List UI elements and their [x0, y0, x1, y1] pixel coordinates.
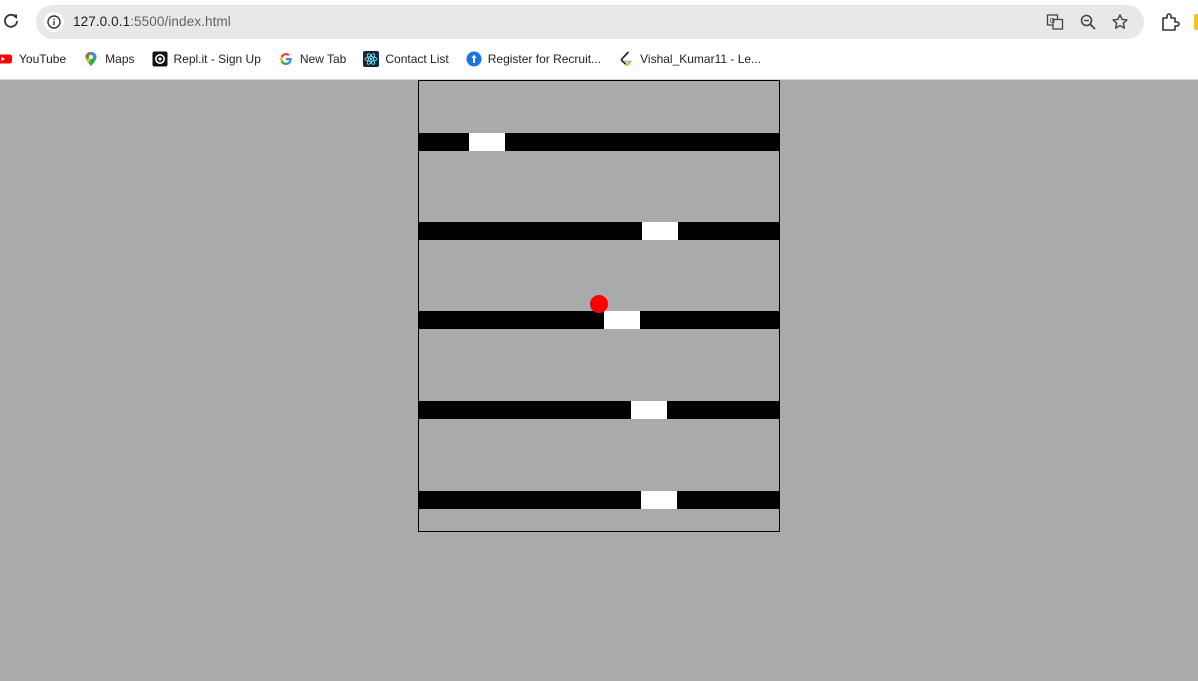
replit-icon [152, 51, 168, 67]
bookmark-label: Maps [105, 52, 135, 66]
floor-gap [469, 133, 505, 151]
address-bar[interactable]: 127.0.0.1:5500/index.html G [36, 5, 1144, 39]
translate-icon[interactable]: G [1046, 13, 1064, 31]
maps-icon [83, 51, 99, 67]
bookmark-label: Vishal_Kumar11 - Le... [640, 52, 762, 66]
ball [590, 295, 608, 313]
extensions-icon[interactable] [1160, 12, 1180, 32]
floor-gap [642, 222, 678, 240]
url-text[interactable]: 127.0.0.1:5500/index.html [73, 14, 231, 29]
floor-bar [419, 222, 779, 240]
floor-gap [631, 401, 667, 419]
bookmark-label: Contact List [385, 52, 449, 66]
bookmark-star-icon[interactable] [1111, 13, 1129, 31]
floor-bar [419, 491, 779, 509]
bookmark-replit[interactable]: Repl.it - Sign Up [152, 51, 261, 67]
reload-icon[interactable] [2, 12, 20, 30]
floor-gap [641, 491, 677, 509]
leetcode-icon [618, 51, 634, 67]
bookmark-youtube[interactable]: YouTube [0, 51, 66, 67]
react-icon [363, 51, 380, 67]
bookmark-maps[interactable]: Maps [83, 51, 135, 67]
register-icon [466, 51, 482, 67]
google-icon [278, 51, 294, 67]
bookmark-leetcode[interactable]: Vishal_Kumar11 - Le... [618, 51, 761, 67]
bookmark-label: YouTube [19, 52, 67, 66]
bookmark-register[interactable]: Register for Recruit... [466, 51, 601, 67]
url-host: 127.0.0.1 [73, 14, 131, 29]
bookmark-contact-list[interactable]: Contact List [363, 51, 449, 67]
site-info-icon[interactable] [44, 12, 64, 32]
floor-bar [419, 311, 779, 329]
bookmark-new-tab[interactable]: New Tab [278, 51, 346, 67]
bookmark-label: Repl.it - Sign Up [173, 52, 261, 66]
browser-chrome: 127.0.0.1:5500/index.html G YouTube Maps… [0, 0, 1198, 80]
bookmarks-bar: YouTube Maps Repl.it - Sign Up New Tab C… [0, 47, 778, 71]
floor-gap [604, 311, 640, 329]
svg-text:G: G [1050, 17, 1055, 25]
floor-bar [419, 401, 779, 419]
url-path: :5500/index.html [130, 14, 231, 29]
zoom-icon[interactable] [1079, 13, 1097, 31]
youtube-icon [0, 51, 12, 67]
bookmark-label: New Tab [299, 52, 347, 66]
profile-avatar[interactable] [1194, 14, 1198, 30]
game-board[interactable] [418, 80, 780, 532]
bookmark-label: Register for Recruit... [487, 52, 602, 66]
